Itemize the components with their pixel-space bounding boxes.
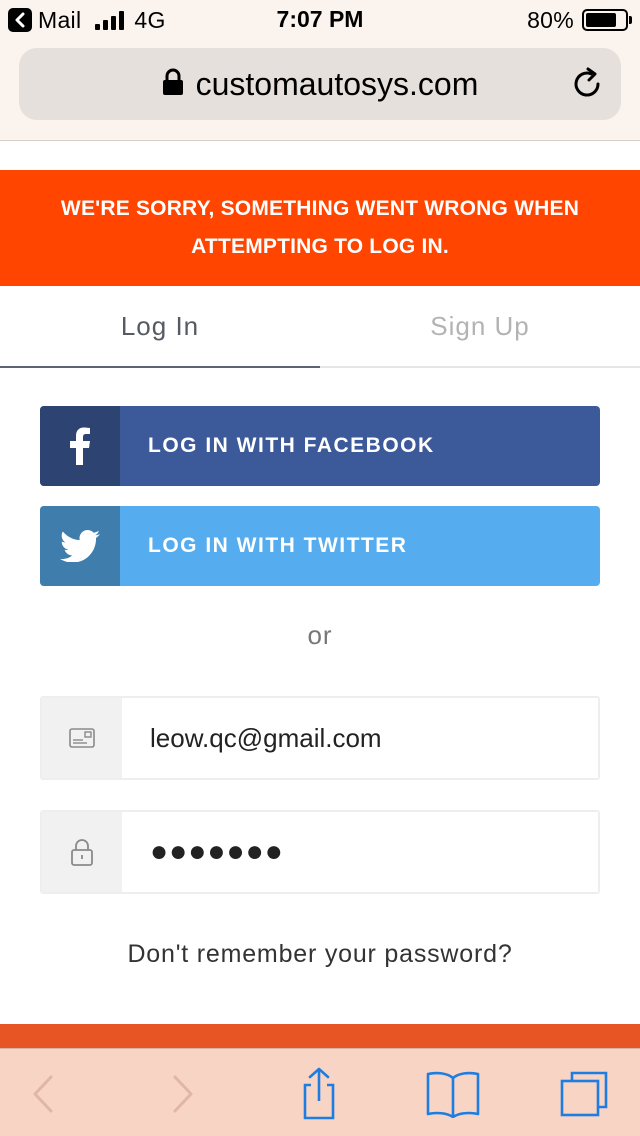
email-card-icon	[42, 698, 122, 778]
lock-icon	[162, 68, 184, 101]
battery-status: 80%	[527, 6, 632, 34]
safari-toolbar	[0, 1048, 640, 1136]
reload-icon[interactable]	[569, 66, 605, 102]
bookmarks-icon[interactable]	[424, 1067, 482, 1121]
email-input[interactable]: leow.qc@gmail.com	[122, 698, 598, 778]
battery-fill	[586, 13, 617, 27]
password-mask: ●●●●●●●	[150, 835, 284, 868]
tabs-icon[interactable]	[556, 1067, 612, 1121]
password-input[interactable]: ●●●●●●●	[122, 812, 598, 892]
status-bar: Mail 4G 7:07 PM 80%	[0, 0, 640, 40]
back-arrow-icon[interactable]	[16, 1067, 70, 1121]
share-icon[interactable]	[292, 1067, 346, 1121]
error-banner: WE'RE SORRY, SOMETHING WENT WRONG WHEN A…	[0, 170, 640, 286]
error-message: WE'RE SORRY, SOMETHING WENT WRONG WHEN A…	[60, 197, 580, 258]
twitter-login-button[interactable]: LOG IN WITH TWITTER	[40, 506, 600, 586]
tab-sign-up[interactable]: Sign Up	[320, 286, 640, 366]
or-divider: or	[307, 620, 333, 650]
facebook-login-button[interactable]: LOG IN WITH FACEBOOK	[40, 406, 600, 486]
tab-log-in[interactable]: Log In	[0, 286, 320, 368]
facebook-icon	[40, 406, 120, 486]
footer-strip	[0, 1024, 640, 1048]
browser-top-chrome: Mail 4G 7:07 PM 80% customautosys.com	[0, 0, 640, 141]
battery-percent: 80%	[527, 6, 574, 33]
padlock-icon	[42, 812, 122, 892]
address-bar[interactable]: customautosys.com	[19, 48, 621, 120]
auth-tabs: Log In Sign Up	[0, 286, 640, 368]
twitter-icon	[40, 506, 120, 586]
password-field[interactable]: ●●●●●●●	[40, 810, 600, 894]
forgot-password-link[interactable]: Don't remember your password?	[0, 940, 640, 969]
email-field[interactable]: leow.qc@gmail.com	[40, 696, 600, 780]
twitter-login-label: LOG IN WITH TWITTER	[148, 534, 408, 557]
url-text: customautosys.com	[195, 65, 479, 102]
facebook-login-label: LOG IN WITH FACEBOOK	[148, 434, 435, 457]
forward-arrow-icon[interactable]	[156, 1067, 210, 1121]
battery-icon	[582, 9, 632, 31]
